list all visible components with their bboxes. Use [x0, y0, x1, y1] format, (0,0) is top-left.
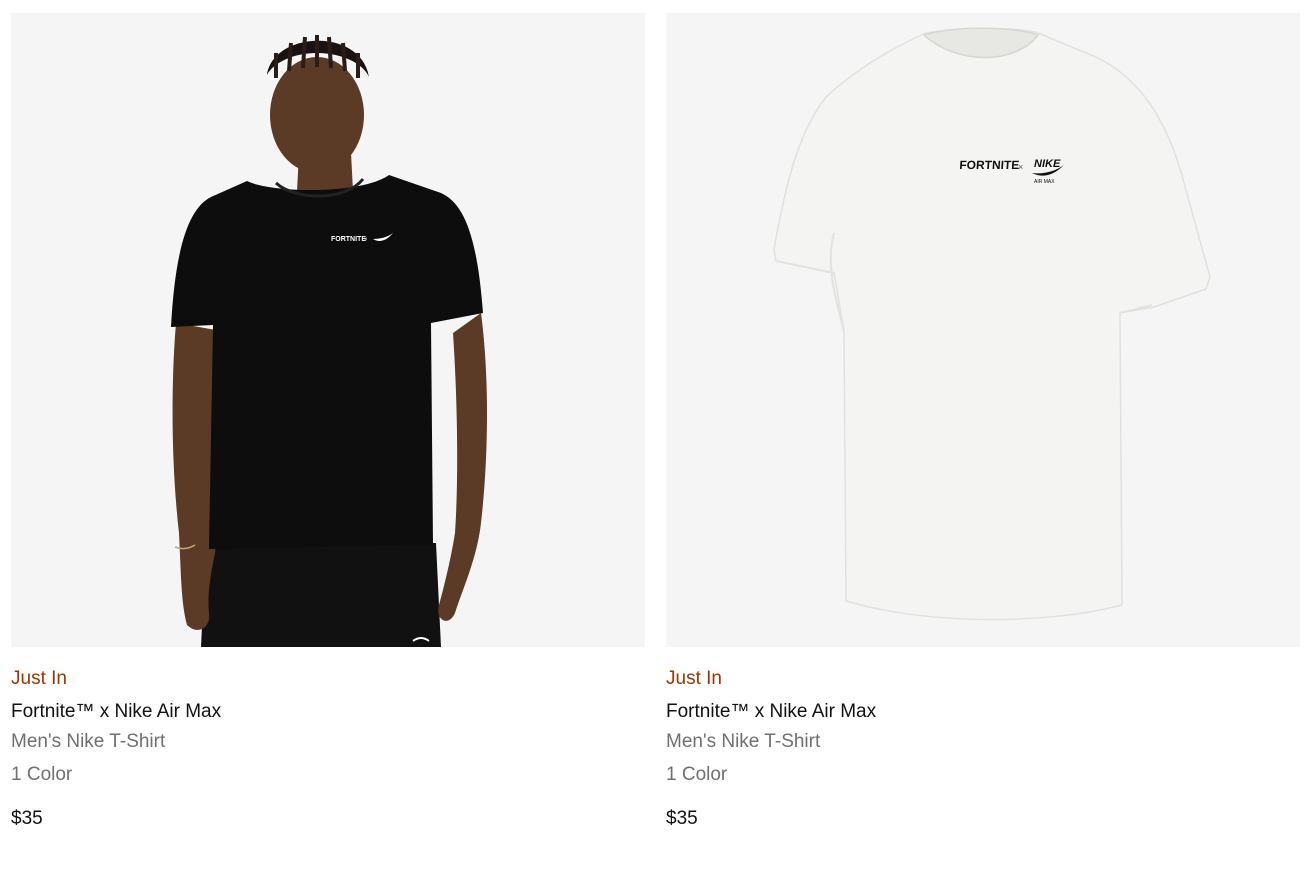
- product-image-link[interactable]: FORTNITE × NIKE AIR MAX: [666, 13, 1300, 647]
- svg-text:FORTNITE: FORTNITE: [959, 158, 1020, 172]
- white-tshirt-image: FORTNITE × NIKE AIR MAX: [666, 13, 1300, 647]
- product-price: $35: [11, 808, 43, 829]
- product-subtitle: Men's Nike T-Shirt: [11, 731, 166, 752]
- svg-text:FORTNITE: FORTNITE: [331, 236, 366, 243]
- product-badge: Just In: [11, 668, 67, 689]
- product-card[interactable]: FORTNITE × NIKE AIR MAX Just In Fortnite…: [666, 13, 1300, 831]
- product-title[interactable]: Fortnite™ x Nike Air Max: [666, 700, 1300, 724]
- product-image-link[interactable]: FORTNITE ×: [11, 13, 645, 647]
- svg-text:×: ×: [1018, 162, 1023, 172]
- product-subtitle: Men's Nike T-Shirt: [666, 731, 821, 752]
- product-colors: 1 Color: [11, 764, 73, 785]
- model-black-tshirt-image: FORTNITE ×: [11, 13, 645, 647]
- product-grid: FORTNITE × Just In Fortnite™ x Nike Air …: [0, 0, 1308, 869]
- product-colors: 1 Color: [666, 764, 728, 785]
- svg-text:NIKE: NIKE: [1034, 158, 1061, 170]
- product-price: $35: [666, 808, 698, 829]
- svg-text:AIR MAX: AIR MAX: [1034, 179, 1055, 185]
- product-title[interactable]: Fortnite™ x Nike Air Max: [11, 700, 645, 724]
- product-badge: Just In: [666, 668, 722, 689]
- svg-text:×: ×: [364, 237, 368, 243]
- product-card[interactable]: FORTNITE × Just In Fortnite™ x Nike Air …: [11, 13, 645, 831]
